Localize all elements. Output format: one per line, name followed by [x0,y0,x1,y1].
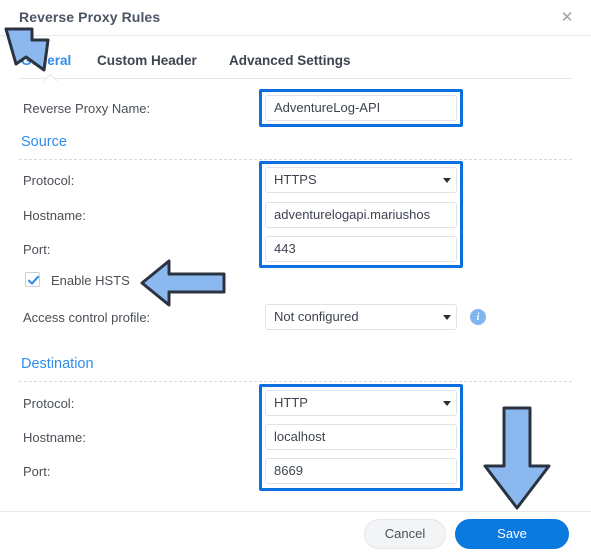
tab-bar: General Custom Header Advanced Settings [0,36,591,79]
source-section-heading: Source [21,134,67,150]
reverse-proxy-name-label: Reverse Proxy Name: [23,101,151,116]
reverse-proxy-name-input[interactable]: AdventureLog-API [265,95,457,121]
destination-divider [19,381,572,382]
check-icon [27,275,40,285]
dialog-titlebar: Reverse Proxy Rules ✕ [0,0,591,36]
cancel-button[interactable]: Cancel [364,519,446,549]
source-port-input[interactable]: 443 [265,236,457,262]
destination-protocol-select[interactable]: HTTP [265,390,457,416]
destination-hostname-label: Hostname: [23,430,86,445]
active-tab-caret-icon [43,73,58,81]
chevron-down-icon-destination-protocol [443,401,451,406]
annotation-arrow-save-button [483,406,551,510]
close-icon[interactable]: ✕ [557,8,577,28]
source-divider [19,159,572,160]
enable-hsts-checkbox[interactable] [25,272,40,287]
tab-advanced-settings[interactable]: Advanced Settings [229,53,351,68]
source-protocol-label: Protocol: [23,173,75,188]
enable-hsts-label: Enable HSTS [51,273,130,288]
dialog-title: Reverse Proxy Rules [19,9,161,25]
destination-port-label: Port: [23,464,51,479]
reverse-proxy-rules-dialog: Reverse Proxy Rules ✕ General Custom Hea… [0,0,591,553]
destination-protocol-label: Protocol: [23,396,75,411]
destination-section-heading: Destination [21,356,94,372]
tab-custom-header[interactable]: Custom Header [97,53,197,68]
annotation-arrow-enable-hsts [140,259,226,307]
info-icon[interactable]: i [470,309,486,325]
source-port-label: Port: [23,242,51,257]
source-protocol-select[interactable]: HTTPS [265,167,457,193]
access-control-profile-label: Access control profile: [23,310,151,325]
destination-hostname-input[interactable]: localhost [265,424,457,450]
chevron-down-icon-access-control [443,315,451,320]
save-button[interactable]: Save [455,519,569,549]
chevron-down-icon-source-protocol [443,178,451,183]
source-hostname-label: Hostname: [23,208,86,223]
tab-general[interactable]: General [21,53,71,68]
destination-port-input[interactable]: 8669 [265,458,457,484]
footer-divider [0,511,591,512]
access-control-profile-select[interactable]: Not configured [265,304,457,330]
tab-underline [19,78,572,79]
source-hostname-input[interactable]: adventurelogapi.mariushos [265,202,457,228]
